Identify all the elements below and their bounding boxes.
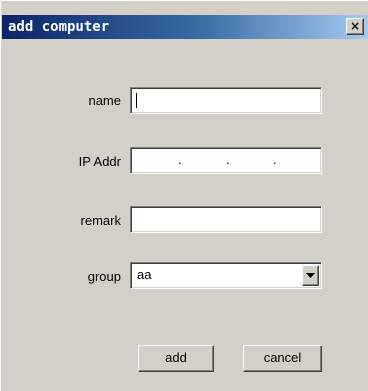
remark-label: remark <box>80 213 121 228</box>
ip-label: IP Addr <box>78 154 121 169</box>
ip-octet-separator: . <box>178 152 182 167</box>
name-input[interactable] <box>130 87 322 114</box>
group-selected-value: aa <box>137 267 152 282</box>
group-label: group <box>87 269 121 284</box>
title-bar[interactable]: add computer × <box>2 15 368 39</box>
ip-address-input[interactable]: . . . <box>130 147 322 174</box>
close-button[interactable]: × <box>346 18 364 35</box>
name-label: name <box>88 93 121 108</box>
remark-input[interactable] <box>130 206 322 233</box>
ip-octet-separator: . <box>273 152 277 167</box>
text-caret <box>136 93 137 108</box>
ip-octet-separator: . <box>226 152 230 167</box>
window-title: add computer <box>8 19 110 35</box>
chevron-down-icon <box>306 273 315 278</box>
group-select[interactable]: aa <box>130 262 322 289</box>
close-icon: × <box>349 19 361 33</box>
cancel-button[interactable]: cancel <box>243 345 322 372</box>
add-computer-dialog: add computer × name IP Addr . . . remark… <box>0 0 368 391</box>
dropdown-button[interactable] <box>302 265 319 286</box>
add-button[interactable]: add <box>138 345 214 372</box>
